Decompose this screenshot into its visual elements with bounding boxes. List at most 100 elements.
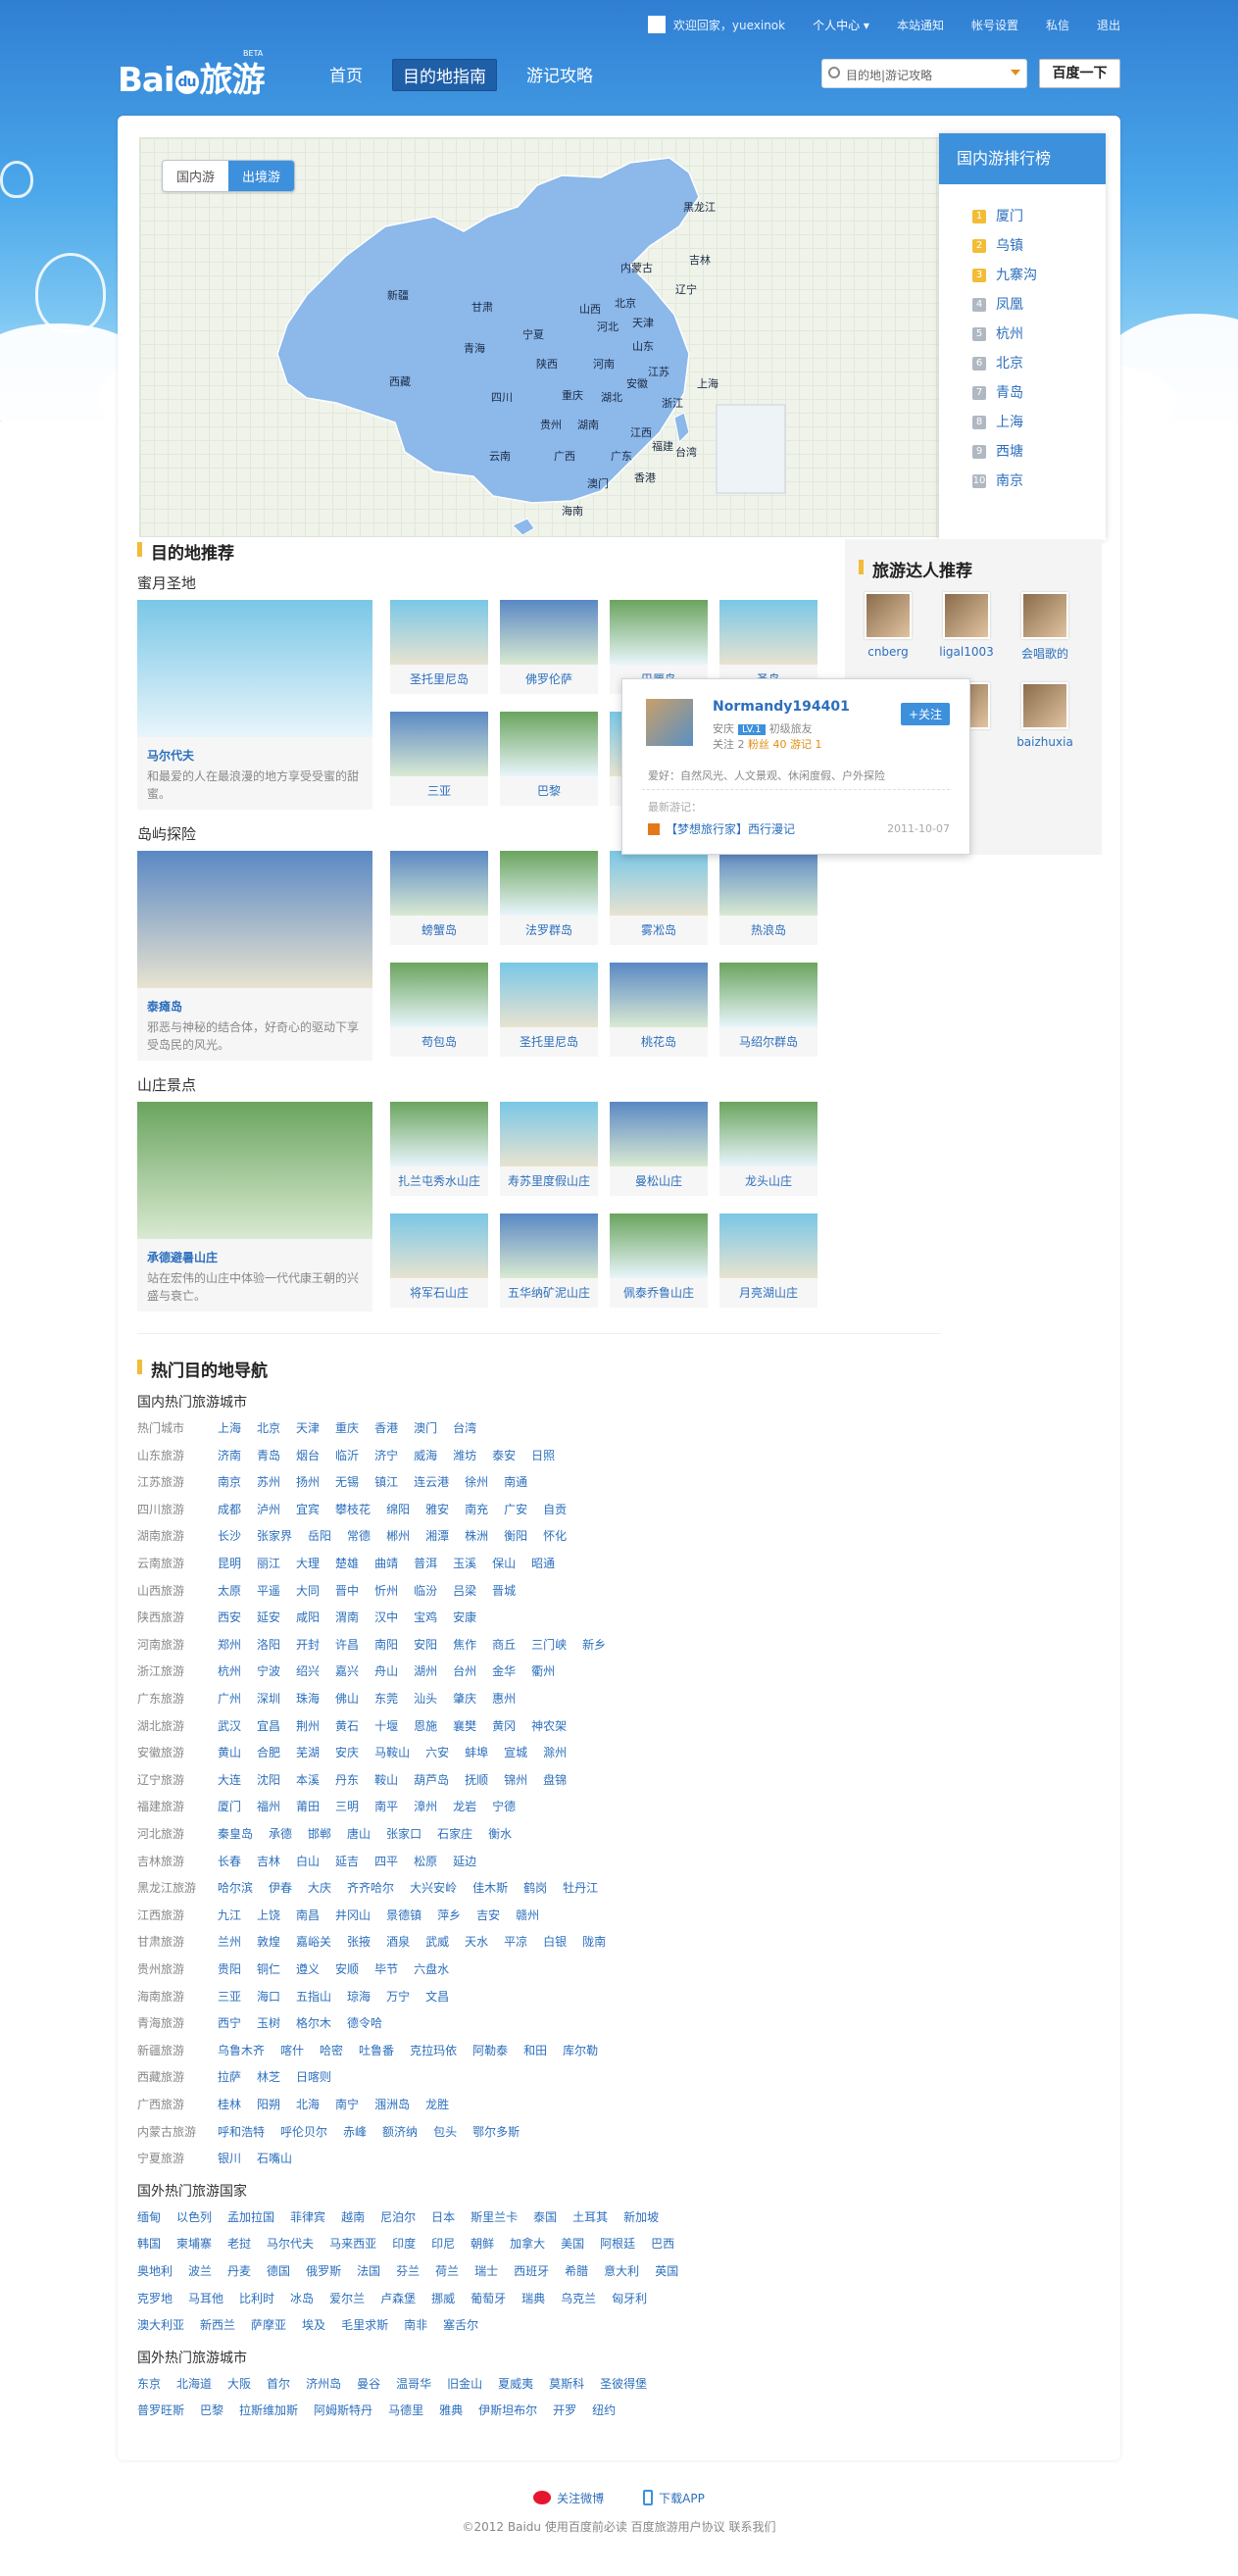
destination-thumb-card[interactable]: 巴黎 (500, 712, 598, 806)
city-link[interactable]: 伊春 (269, 1881, 292, 1895)
city-link[interactable]: 铜仁 (257, 1962, 280, 1976)
destination-photo[interactable] (137, 1102, 372, 1239)
city-link[interactable]: 湘潭 (425, 1529, 449, 1543)
city-link[interactable]: 毕节 (374, 1962, 398, 1976)
ranking-item[interactable]: 9 西塘 (972, 437, 1106, 467)
city-link[interactable]: 上饶 (257, 1908, 280, 1922)
destination-thumb-card[interactable]: 圣托里尼岛 (390, 600, 488, 694)
map-label-12[interactable]: 北京 (615, 295, 636, 311)
tab-domestic[interactable]: 国内游 (163, 161, 228, 191)
destination-name[interactable]: 螃蟹岛 (390, 916, 488, 938)
destination-name[interactable]: 五华纳矿泥山庄 (500, 1278, 598, 1301)
city-link[interactable]: 曼谷 (357, 2377, 380, 2391)
city-link[interactable]: 平遥 (257, 1584, 280, 1598)
city-link[interactable]: 南通 (504, 1475, 527, 1489)
city-link[interactable]: 毛里求斯 (341, 2318, 388, 2332)
city-link[interactable]: 呼伦贝尔 (280, 2125, 327, 2139)
avatar[interactable] (646, 699, 693, 746)
ranking-item[interactable]: 1 厦门 (972, 202, 1106, 231)
search-button[interactable]: 百度一下 (1039, 59, 1120, 88)
map-label-29[interactable]: 广东 (611, 448, 632, 464)
city-link[interactable]: 岳阳 (308, 1529, 331, 1543)
map-label-18[interactable]: 上海 (697, 375, 718, 391)
city-link[interactable]: 温哥华 (396, 2377, 431, 2391)
city-link[interactable]: 长沙 (218, 1529, 241, 1543)
map-label-2[interactable]: 辽宁 (675, 281, 697, 297)
destination-photo[interactable] (610, 963, 708, 1027)
city-link[interactable]: 十堰 (374, 1719, 398, 1733)
ranking-item[interactable]: 2 乌镇 (972, 231, 1106, 261)
city-link[interactable]: 纽约 (592, 2403, 616, 2417)
city-link[interactable]: 敦煌 (257, 1935, 280, 1949)
city-link[interactable]: 瑞士 (474, 2264, 498, 2278)
destination-photo[interactable] (500, 963, 598, 1027)
city-link[interactable]: 琼海 (347, 1990, 371, 2004)
city-link[interactable]: 宁德 (492, 1800, 516, 1813)
notes-count[interactable]: 游记 1 (790, 738, 822, 751)
expert-name[interactable]: 会唱歌的 (1015, 645, 1074, 662)
map-label-17[interactable]: 安徽 (626, 375, 648, 391)
city-link[interactable]: 法国 (357, 2264, 380, 2278)
city-link[interactable]: 绍兴 (296, 1664, 320, 1678)
city-link[interactable]: 澳门 (414, 1421, 437, 1435)
city-link[interactable]: 比利时 (239, 2292, 274, 2305)
account-settings-link[interactable]: 帐号设置 (971, 17, 1018, 33)
featured-destination-card[interactable]: 泰瘫岛 邪恶与神秘的结合体，好奇心的驱动下享受岛民的风光。 (137, 851, 372, 1061)
destination-name[interactable]: 月亮湖山庄 (719, 1278, 817, 1301)
city-link[interactable]: 本溪 (296, 1773, 320, 1787)
city-link[interactable]: 盘锦 (543, 1773, 567, 1787)
city-link[interactable]: 自贡 (543, 1503, 567, 1516)
city-link[interactable]: 鞍山 (374, 1773, 398, 1787)
ranking-item[interactable]: 6 北京 (972, 349, 1106, 378)
ranking-item[interactable]: 5 杭州 (972, 320, 1106, 349)
destination-name[interactable]: 曼松山庄 (610, 1166, 708, 1189)
city-link[interactable]: 泰国 (533, 2210, 557, 2224)
city-link[interactable]: 南平 (374, 1800, 398, 1813)
city-link[interactable]: 哈尔滨 (218, 1881, 253, 1895)
city-link[interactable]: 贵阳 (218, 1962, 241, 1976)
map-label-8[interactable]: 宁夏 (522, 326, 544, 342)
city-link[interactable]: 大庆 (308, 1881, 331, 1895)
destination-thumb-card[interactable]: 法罗群岛 (500, 851, 598, 945)
city-link[interactable]: 西安 (218, 1610, 241, 1624)
city-link[interactable]: 平凉 (504, 1935, 527, 1949)
city-link[interactable]: 南非 (404, 2318, 427, 2332)
city-link[interactable]: 新乡 (582, 1638, 606, 1652)
destination-photo[interactable] (390, 1214, 488, 1278)
city-link[interactable]: 以色列 (176, 2210, 212, 2224)
message-link[interactable]: 私信 (1046, 17, 1069, 33)
city-link[interactable]: 巴西 (651, 2237, 674, 2251)
city-link[interactable]: 商丘 (492, 1638, 516, 1652)
map-label-26[interactable]: 福建 (652, 438, 673, 454)
map-label-16[interactable]: 江苏 (648, 364, 669, 379)
city-link[interactable]: 宣城 (504, 1746, 527, 1759)
city-link[interactable]: 挪威 (431, 2292, 455, 2305)
city-link[interactable]: 天水 (465, 1935, 488, 1949)
baidu-travel-logo[interactable]: Bai du 旅游 (118, 53, 266, 101)
city-link[interactable]: 白山 (296, 1855, 320, 1868)
destination-photo[interactable] (390, 712, 488, 776)
city-link[interactable]: 孟加拉国 (227, 2210, 274, 2224)
city-link[interactable]: 鄂尔多斯 (472, 2125, 520, 2139)
city-link[interactable]: 美国 (561, 2237, 584, 2251)
recent-note-link[interactable]: 【梦想旅行家】西行漫记 (648, 820, 795, 837)
destination-thumb-card[interactable]: 马绍尔群岛 (719, 963, 817, 1057)
city-link[interactable]: 神农架 (531, 1719, 567, 1733)
map-label-4[interactable]: 新疆 (387, 287, 409, 303)
city-link[interactable]: 许昌 (335, 1638, 359, 1652)
city-link[interactable]: 青岛 (257, 1449, 280, 1462)
destination-thumb-card[interactable]: 曼松山庄 (610, 1102, 708, 1196)
city-link[interactable]: 爱尔兰 (329, 2292, 365, 2305)
map-label-24[interactable]: 湖南 (577, 417, 599, 432)
city-link[interactable]: 普洱 (414, 1557, 437, 1570)
city-link[interactable]: 汉中 (374, 1610, 398, 1624)
city-link[interactable]: 萍乡 (437, 1908, 461, 1922)
destination-name[interactable]: 法罗群岛 (500, 916, 598, 938)
city-link[interactable]: 马尔代夫 (267, 2237, 314, 2251)
city-link[interactable]: 哈密 (320, 2044, 343, 2057)
city-link[interactable]: 济宁 (374, 1449, 398, 1462)
city-link[interactable]: 洛阳 (257, 1638, 280, 1652)
city-link[interactable]: 德令哈 (347, 2016, 382, 2030)
city-link[interactable]: 阿根廷 (600, 2237, 635, 2251)
follow-button[interactable]: +关注 (900, 703, 950, 725)
